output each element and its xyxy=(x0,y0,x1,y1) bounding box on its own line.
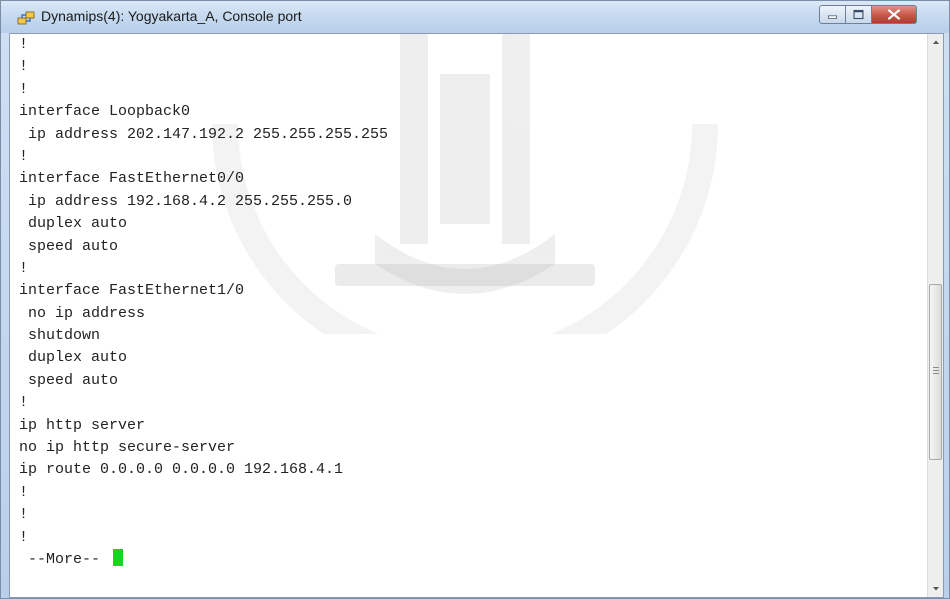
console-line: ip address 192.168.4.2 255.255.255.0 xyxy=(19,192,353,210)
console-line: no ip address xyxy=(19,304,146,322)
console-line: speed auto xyxy=(19,237,119,255)
network-app-icon xyxy=(17,11,35,25)
scroll-up-button[interactable] xyxy=(928,34,943,51)
console-output: !!! interface Loopback0 ip address 202.14… xyxy=(19,34,924,594)
close-button[interactable] xyxy=(872,5,917,24)
console-line: duplex auto xyxy=(19,349,128,367)
title-bar[interactable]: Dynamips(4): Yogyakarta_A, Console port xyxy=(1,1,949,33)
console-line: ! xyxy=(19,80,29,98)
console-line: speed auto xyxy=(19,371,119,389)
console-line: ip route 0.0.0.0 0.0.0.0 192.168.4.1 xyxy=(19,461,344,479)
console-line: ! xyxy=(19,528,29,546)
minimize-button[interactable] xyxy=(819,5,846,24)
console-line: interface Loopback0 xyxy=(19,103,191,121)
minimize-icon xyxy=(828,15,837,19)
more-prompt-line: --More-- xyxy=(19,548,924,571)
vertical-scrollbar[interactable] xyxy=(927,34,943,597)
console-line: ! xyxy=(19,58,29,76)
console-window: Dynamips(4): Yogyakarta_A, Console port xyxy=(0,0,950,599)
scroll-down-button[interactable] xyxy=(928,580,943,597)
console-line: no ip http secure-server xyxy=(19,439,236,457)
console-line: interface FastEthernet1/0 xyxy=(19,282,245,300)
arrow-up-icon xyxy=(933,40,939,44)
more-prompt: --More-- xyxy=(19,550,110,568)
text-cursor xyxy=(113,548,124,566)
console-line: ! xyxy=(19,259,29,277)
maximize-button[interactable] xyxy=(846,5,872,24)
thumb-grip xyxy=(933,372,939,374)
console-line: ! xyxy=(19,394,29,412)
maximize-icon xyxy=(853,9,864,20)
console-line: ! xyxy=(19,36,29,53)
console-line: shutdown xyxy=(19,327,101,345)
thumb-grip xyxy=(933,369,939,371)
console-line: interface FastEthernet0/0 xyxy=(19,170,245,188)
window-title: Dynamips(4): Yogyakarta_A, Console port xyxy=(41,8,302,24)
console-line: ! xyxy=(19,147,29,165)
scroll-thumb[interactable] xyxy=(929,283,942,460)
arrow-down-icon xyxy=(933,587,939,591)
thumb-grip xyxy=(933,366,939,368)
console-line: ip address 202.147.192.2 255.255.255.255 xyxy=(19,125,389,143)
console-line: duplex auto xyxy=(19,215,128,233)
console-line: ! xyxy=(19,506,29,524)
console-line: ! xyxy=(19,483,29,501)
console-area[interactable]: !!! interface Loopback0 ip address 202.14… xyxy=(9,33,944,598)
console-line: ip http server xyxy=(19,416,146,434)
close-icon xyxy=(888,9,900,20)
